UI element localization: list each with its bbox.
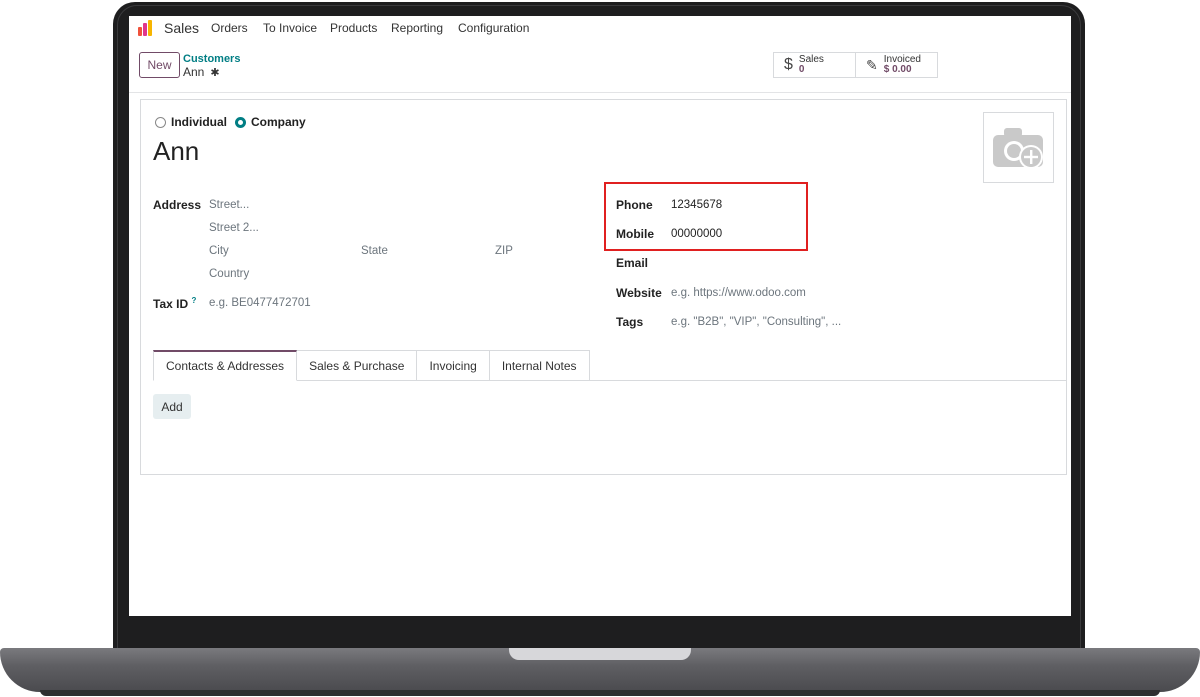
add-contact-button[interactable]: Add bbox=[153, 394, 191, 419]
new-button[interactable]: New bbox=[139, 52, 180, 78]
state-input[interactable]: State bbox=[361, 245, 388, 257]
sales-stat-value: 0 bbox=[798, 64, 805, 75]
radio-individual-label[interactable]: Individual bbox=[171, 115, 227, 129]
notebook-tabs: Contacts & Addresses Sales & Purchase In… bbox=[153, 350, 590, 381]
menu-orders[interactable]: Orders bbox=[211, 21, 248, 35]
street2-input[interactable]: Street 2... bbox=[209, 222, 259, 234]
zip-input[interactable]: ZIP bbox=[495, 245, 513, 257]
street-input[interactable]: Street... bbox=[209, 199, 249, 211]
tab-sales-purchase[interactable]: Sales & Purchase bbox=[297, 350, 418, 381]
city-input[interactable]: City bbox=[209, 245, 229, 257]
app-screen: Sales Orders To Invoice Products Reporti… bbox=[129, 16, 1071, 616]
website-label: Website bbox=[616, 286, 662, 300]
website-input[interactable]: e.g. https://www.odoo.com bbox=[671, 287, 806, 299]
edit-invoice-icon: ✎ bbox=[866, 56, 878, 73]
partner-name-field[interactable]: Ann bbox=[153, 136, 199, 167]
radio-company[interactable] bbox=[235, 116, 247, 128]
breadcrumb-current: Ann ✱ bbox=[183, 65, 220, 79]
tags-label: Tags bbox=[616, 315, 644, 329]
laptop-base-shadow bbox=[40, 690, 1160, 696]
menu-to-invoice[interactable]: To Invoice bbox=[263, 21, 317, 35]
address-label: Address bbox=[153, 198, 202, 212]
top-navbar: Sales Orders To Invoice Products Reporti… bbox=[129, 16, 1071, 40]
tab-contacts-addresses[interactable]: Contacts & Addresses bbox=[153, 350, 298, 381]
tags-input[interactable]: e.g. "B2B", "VIP", "Consulting", ... bbox=[671, 316, 841, 328]
taxid-label-text: Tax ID bbox=[153, 297, 189, 311]
menu-products[interactable]: Products bbox=[330, 21, 377, 35]
email-label: Email bbox=[616, 256, 649, 270]
tab-invoicing[interactable]: Invoicing bbox=[417, 350, 490, 381]
laptop-notch bbox=[509, 648, 691, 660]
radio-individual[interactable] bbox=[155, 116, 166, 128]
control-panel-divider bbox=[129, 92, 1071, 93]
radio-company-label[interactable]: Company bbox=[251, 115, 306, 129]
menu-reporting[interactable]: Reporting bbox=[391, 21, 443, 35]
sales-app-icon[interactable] bbox=[138, 20, 156, 36]
taxid-input[interactable]: e.g. BE0477472701 bbox=[209, 297, 311, 309]
camera-plus-icon bbox=[993, 128, 1043, 169]
gear-icon[interactable]: ✱ bbox=[210, 66, 219, 79]
taxid-label: Tax ID ? bbox=[153, 296, 196, 311]
breadcrumb-customers[interactable]: Customers bbox=[183, 53, 240, 65]
app-name[interactable]: Sales bbox=[164, 20, 199, 36]
form-sheet: Individual Company Ann Address Street...… bbox=[140, 99, 1067, 475]
menu-configuration[interactable]: Configuration bbox=[458, 21, 529, 35]
tab-internal-notes[interactable]: Internal Notes bbox=[489, 350, 590, 381]
help-icon[interactable]: ? bbox=[191, 296, 196, 305]
country-input[interactable]: Country bbox=[209, 268, 249, 280]
company-type-selector: Individual Company bbox=[155, 115, 306, 129]
dollar-icon: $ bbox=[784, 56, 793, 73]
avatar-upload[interactable] bbox=[983, 112, 1054, 183]
invoiced-stat-button[interactable]: ✎ Invoiced $ 0.00 bbox=[855, 52, 938, 78]
phone-mobile-highlight-box bbox=[604, 182, 808, 251]
breadcrumb-current-label: Ann bbox=[183, 65, 205, 79]
invoiced-stat-value: $ 0.00 bbox=[883, 64, 912, 75]
sales-stat-button[interactable]: $ Sales 0 bbox=[773, 52, 856, 78]
